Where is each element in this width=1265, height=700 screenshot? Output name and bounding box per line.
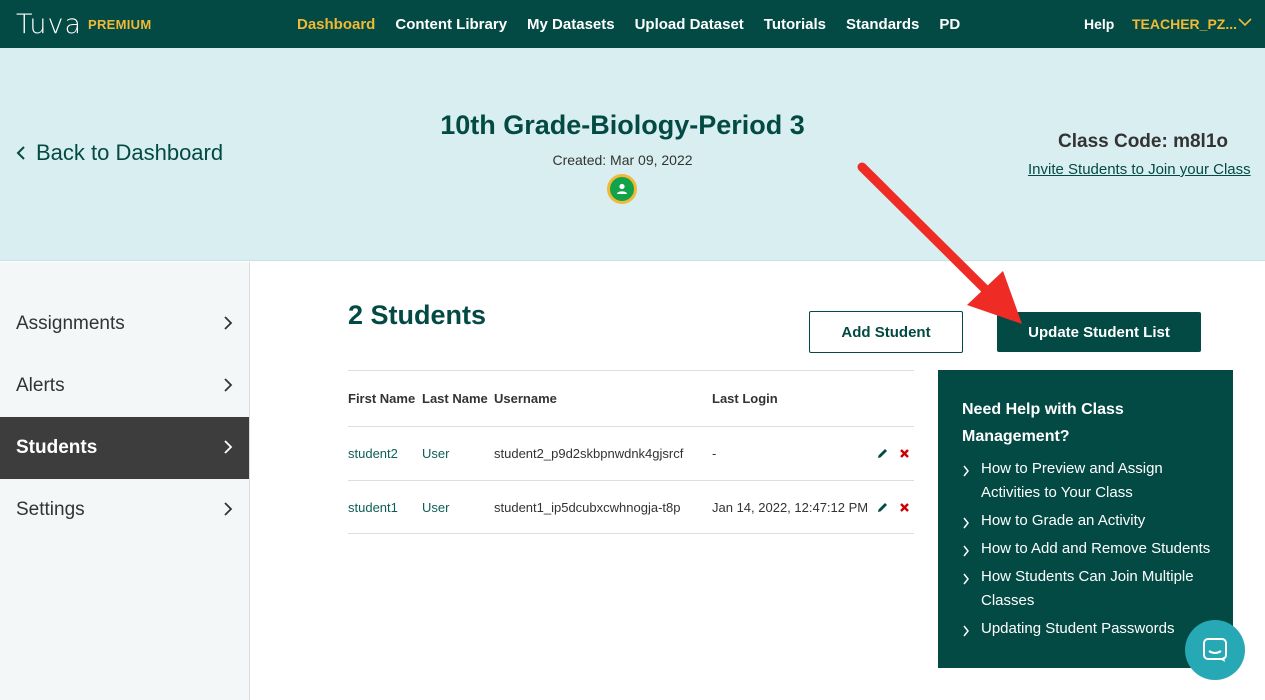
google-classroom-icon[interactable] — [607, 174, 637, 204]
help-link-grade-activity[interactable]: How to Grade an Activity — [962, 509, 1145, 533]
student-first-name[interactable]: student2 — [348, 427, 398, 480]
tuva-logo[interactable]: Tuva — [16, 8, 82, 40]
class-header: Back to Dashboard 10th Grade-Biology-Per… — [0, 48, 1265, 261]
nav-dashboard[interactable]: Dashboard — [297, 16, 375, 33]
nav-content-library[interactable]: Content Library — [395, 16, 507, 33]
update-student-list-button[interactable]: Update Student List — [997, 312, 1201, 352]
chevron-down-icon[interactable] — [1237, 14, 1253, 35]
student-username: student1_ip5dcubxcwhnogja-t8p — [494, 499, 681, 515]
help-link-label: How Students Can Join Multiple Classes — [981, 568, 1194, 609]
sidebar-item-label: Alerts — [16, 375, 65, 396]
invite-students-link[interactable]: Invite Students to Join your Class — [1028, 161, 1251, 178]
student-last-login: Jan 14, 2022, 12:47:12 PM — [712, 499, 869, 515]
chevron-right-icon — [224, 440, 233, 454]
table-row: student2 User student2_p9d2skbpnwdnk4gjs… — [348, 426, 914, 480]
student-last-name[interactable]: User — [422, 481, 449, 533]
top-nav: Tuva PREMIUM Dashboard Content Library M… — [0, 0, 1265, 48]
column-first-name[interactable]: First Name — [348, 371, 415, 426]
help-link-label: How to Add and Remove Students — [981, 540, 1211, 557]
help-link-student-passwords[interactable]: Updating Student Passwords — [962, 617, 1174, 641]
chevron-right-icon — [963, 573, 969, 585]
help-link-add-remove-students[interactable]: How to Add and Remove Students — [962, 537, 1210, 561]
nav-my-datasets[interactable]: My Datasets — [527, 16, 615, 33]
help-link-preview-assign[interactable]: How to Preview and Assign Activities to … — [962, 457, 1202, 505]
chevron-right-icon — [224, 316, 233, 330]
help-link-label: How to Preview and Assign Activities to … — [981, 460, 1163, 501]
help-link[interactable]: Help — [1084, 16, 1114, 32]
edit-pencil-icon[interactable] — [876, 481, 889, 533]
add-student-button[interactable]: Add Student — [809, 311, 963, 353]
nav-standards[interactable]: Standards — [846, 16, 919, 33]
sidebar-item-label: Students — [16, 437, 98, 458]
chat-launcher-icon[interactable] — [1185, 620, 1245, 680]
student-username: student2_p9d2skbpnwdnk4gjsrcf — [494, 446, 684, 461]
sidebar-item-alerts[interactable]: Alerts — [0, 355, 249, 417]
chevron-right-icon — [963, 465, 969, 477]
sidebar-item-settings[interactable]: Settings — [0, 479, 249, 541]
students-table: First Name Last Name Username Last Login… — [348, 370, 914, 534]
chevron-right-icon — [963, 517, 969, 529]
column-username[interactable]: Username — [494, 371, 557, 426]
user-menu[interactable]: TEACHER_PZ... — [1132, 16, 1237, 32]
help-panel-title: Need Help with Class Management? — [962, 401, 1124, 445]
nav-upload-dataset[interactable]: Upload Dataset — [635, 16, 744, 33]
help-link-label: Updating Student Passwords — [981, 620, 1175, 637]
class-management-help-panel: Need Help with Class Management? How to … — [938, 370, 1233, 668]
sidebar-item-label: Assignments — [16, 313, 125, 334]
student-last-name[interactable]: User — [422, 427, 449, 480]
student-first-name[interactable]: student1 — [348, 481, 398, 533]
students-count-title: 2 Students — [348, 300, 487, 330]
sidebar-item-label: Settings — [16, 499, 85, 520]
chevron-right-icon — [224, 502, 233, 516]
chevron-right-icon — [963, 625, 969, 637]
column-last-name[interactable]: Last Name — [422, 371, 488, 426]
chevron-right-icon — [963, 545, 969, 557]
help-link-label: How to Grade an Activity — [981, 512, 1146, 529]
delete-x-icon[interactable] — [899, 427, 910, 480]
table-header: First Name Last Name Username Last Login — [348, 370, 914, 426]
edit-pencil-icon[interactable] — [876, 427, 889, 480]
sidebar-item-assignments[interactable]: Assignments — [0, 293, 249, 355]
help-link-join-multiple-classes[interactable]: How Students Can Join Multiple Classes — [962, 565, 1212, 613]
premium-badge: PREMIUM — [88, 17, 152, 32]
sidebar-item-students[interactable]: Students — [0, 417, 249, 479]
nav-tutorials[interactable]: Tutorials — [764, 16, 826, 33]
chevron-right-icon — [224, 378, 233, 392]
nav-links: Dashboard Content Library My Datasets Up… — [297, 0, 980, 48]
column-last-login[interactable]: Last Login — [712, 371, 778, 426]
delete-x-icon[interactable] — [899, 481, 910, 533]
student-last-login: - — [712, 446, 717, 461]
sidebar: Assignments Alerts Students Settings — [0, 262, 250, 700]
nav-pd[interactable]: PD — [939, 16, 960, 33]
table-row: student1 User student1_ip5dcubxcwhnogja-… — [348, 480, 914, 534]
logo-text: Tuva — [16, 8, 83, 40]
class-code: Class Code: m8l1o — [1058, 131, 1228, 152]
